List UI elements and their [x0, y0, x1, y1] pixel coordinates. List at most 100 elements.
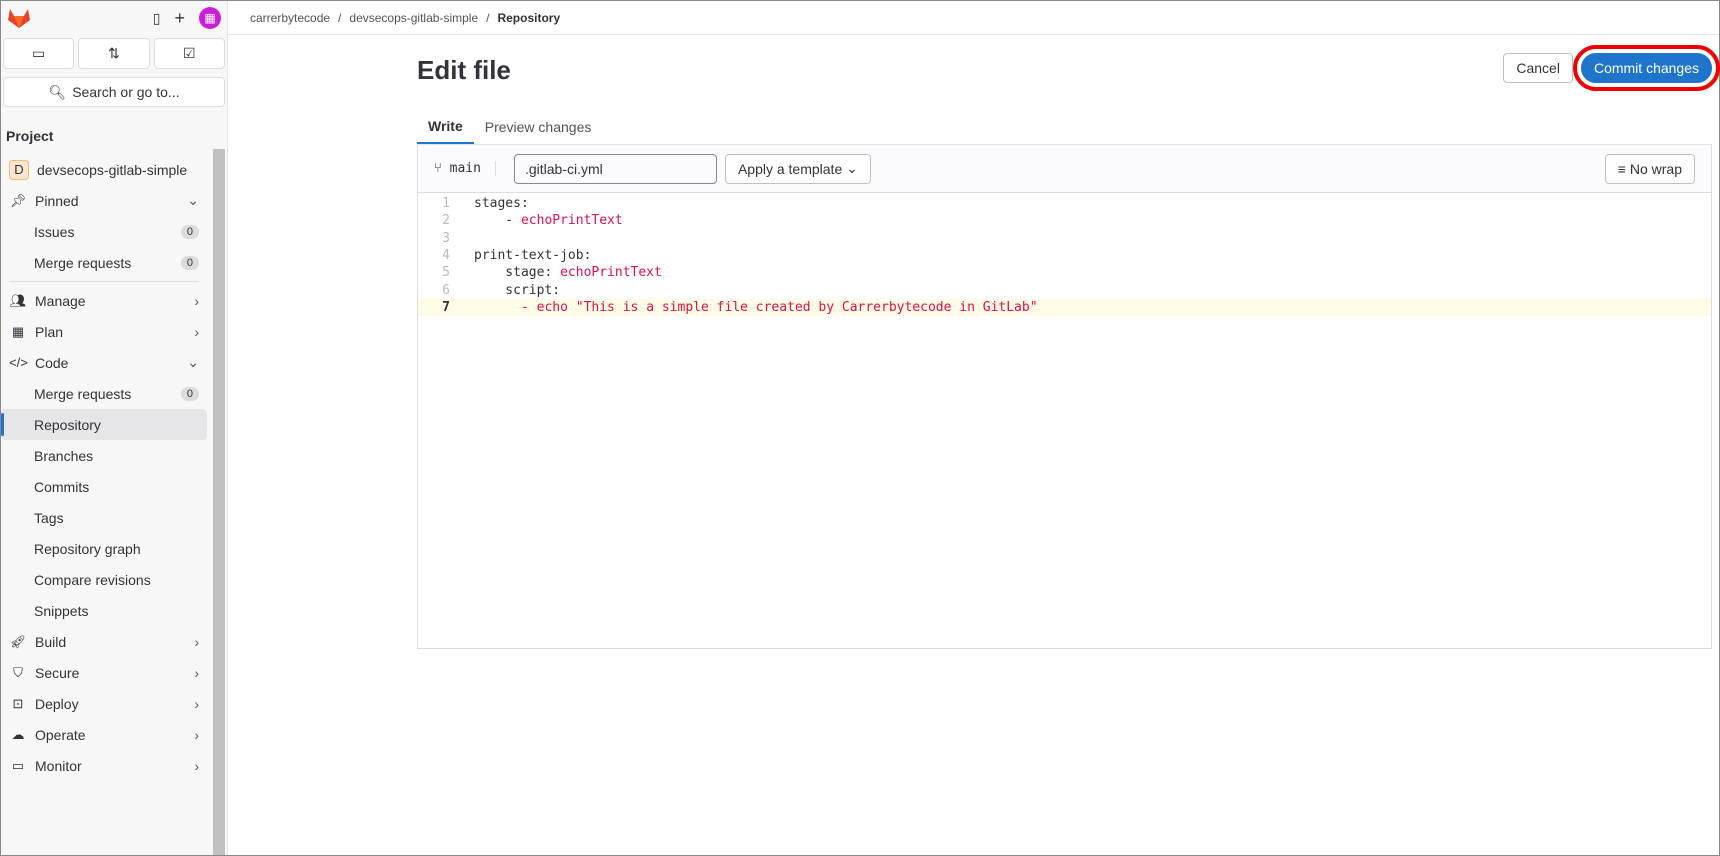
todo-icon: ☑ — [183, 45, 196, 61]
breadcrumb-project[interactable]: devsecops-gitlab-simple — [349, 11, 478, 25]
chevron-right-icon: › — [194, 695, 199, 712]
sidebar-item-code-merge-requests[interactable]: Merge requests 0 — [1, 378, 207, 409]
chevron-down-icon: ⌄ — [187, 354, 199, 370]
label: Snippets — [34, 602, 89, 619]
breadcrumb-current[interactable]: Repository — [497, 11, 560, 25]
code-line[interactable]: 4 print-text-job: — [418, 247, 1711, 264]
issues-button[interactable]: ▭ — [3, 38, 75, 69]
sidebar-scrollbar[interactable] — [213, 149, 225, 855]
user-avatar[interactable]: ▦ — [199, 7, 221, 29]
chevron-down-icon: ⌄ — [846, 160, 858, 176]
commit-changes-button[interactable]: Commit changes — [1572, 45, 1720, 91]
merge-request-icon: ⇅ — [108, 45, 120, 61]
sidebar-item-repository-graph[interactable]: Repository graph — [1, 533, 207, 564]
label: Deploy — [35, 695, 79, 712]
code-line[interactable]: 2 - echoPrintText — [418, 212, 1711, 229]
tab-preview-changes[interactable]: Preview changes — [474, 109, 603, 144]
no-wrap-button[interactable]: ≡ No wrap — [1604, 153, 1695, 184]
search-icon: 🔍︎ — [48, 83, 67, 100]
divider — [9, 281, 199, 282]
calendar-icon: ▦ — [11, 323, 25, 339]
count-badge: 0 — [180, 386, 199, 401]
label: Monitor — [35, 757, 82, 774]
sidebar-item-repository[interactable]: Repository — [1, 409, 207, 440]
issue-icon: ▭ — [32, 45, 46, 61]
sidebar-item-snippets[interactable]: Snippets — [1, 595, 207, 626]
label: Merge requests — [34, 254, 132, 271]
project-link[interactable]: Ddevsecops-gitlab-simple — [1, 154, 207, 185]
search-label: Search or go to... — [72, 84, 180, 100]
sidebar-item-branches[interactable]: Branches — [1, 440, 207, 471]
label: Manage — [35, 292, 86, 309]
code-key: stage: — [474, 265, 561, 281]
code-area[interactable]: 1 stages: 2 - echoPrintText 3 4 print-text-jo… — [418, 193, 1711, 317]
label: Repository — [34, 416, 101, 433]
label: Tags — [34, 509, 64, 526]
sidebar-item-build[interactable]: 🚀︎ Build › — [1, 626, 207, 657]
code-line[interactable]: 7 - echo "This is a simple file created … — [418, 298, 1711, 317]
filename-input[interactable]: .gitlab-ci.yml — [513, 153, 717, 184]
sidebar-item-tags[interactable]: Tags — [1, 502, 207, 533]
code-key: script: — [474, 282, 561, 298]
deploy-icon: ⊡ — [12, 695, 24, 711]
users-icon: 👥︎ — [9, 292, 27, 308]
code-line[interactable]: 6 script: — [418, 281, 1711, 298]
sidebar-item-merge-requests[interactable]: Merge requests 0 — [1, 247, 207, 278]
code-key: print-text-job: — [474, 248, 592, 264]
branch-icon: ⑂ — [434, 161, 450, 176]
sidebar-item-operate[interactable]: ☁︎ Operate › — [1, 719, 207, 750]
file-editor[interactable]: ⑂ main .gitlab-ci.yml Apply a template ⌄… — [417, 145, 1712, 649]
code-value: echoPrintText — [560, 265, 662, 281]
cloud-icon: ☁︎ — [11, 726, 25, 742]
wrap-icon: ≡ — [1617, 160, 1630, 177]
label: Branches — [34, 447, 94, 464]
cancel-button[interactable]: Cancel — [1503, 53, 1573, 83]
sidebar-toggle-icon[interactable]: ▯ — [153, 10, 161, 27]
line-number: 5 — [442, 265, 450, 281]
apply-template-dropdown[interactable]: Apply a template ⌄ — [724, 153, 871, 184]
sidebar-item-code[interactable]: </> Code ⌄ — [1, 347, 207, 378]
section-heading: Project — [6, 128, 54, 144]
search-button[interactable]: 🔍︎ Search or go to... — [3, 77, 225, 107]
label: Repository graph — [34, 540, 141, 557]
breadcrumb-group[interactable]: carrerbytecode — [250, 11, 330, 25]
tab-write[interactable]: Write — [417, 109, 474, 144]
sidebar-item-pinned[interactable]: 📌︎ Pinned ⌄ — [1, 185, 207, 216]
sidebar-item-manage[interactable]: 👥︎ Manage › — [1, 285, 207, 316]
sidebar-item-issues[interactable]: Issues 0 — [1, 216, 207, 247]
rocket-icon: 🚀︎ — [9, 633, 27, 649]
line-number: 6 — [442, 282, 450, 298]
branch-label: ⑂ main — [434, 161, 496, 176]
label: Plan — [35, 323, 64, 340]
sidebar-item-commits[interactable]: Commits — [1, 471, 207, 502]
label: Merge requests — [34, 385, 132, 402]
todos-button[interactable]: ☑ — [153, 38, 225, 69]
label: Pinned — [35, 192, 79, 209]
count-badge: 0 — [180, 224, 199, 239]
sidebar-item-secure[interactable]: ⛉ Secure › — [1, 657, 207, 688]
project-name: devsecops-gitlab-simple — [37, 161, 188, 178]
label: Commits — [34, 478, 90, 495]
gitlab-logo-icon[interactable] — [7, 7, 31, 29]
merge-requests-button[interactable]: ⇅ — [78, 38, 150, 69]
code-line[interactable]: 1 stages: — [418, 195, 1711, 212]
sidebar-item-plan[interactable]: ▦ Plan › — [1, 316, 207, 347]
code-line[interactable]: 3 — [418, 230, 1711, 247]
label: Code — [35, 354, 69, 371]
plus-icon[interactable]: + — [174, 8, 185, 29]
branch-name: main — [449, 161, 481, 176]
code-key: stages: — [474, 196, 529, 212]
chevron-right-icon: › — [194, 323, 199, 340]
label: Operate — [35, 726, 86, 743]
sidebar-item-deploy[interactable]: ⊡ Deploy › — [1, 688, 207, 719]
label: Secure — [35, 664, 80, 681]
code-key: - — [474, 213, 521, 229]
code-line[interactable]: 5 stage: echoPrintText — [418, 264, 1711, 281]
chevron-right-icon: › — [194, 664, 199, 681]
chevron-right-icon: › — [194, 726, 199, 743]
line-number: 7 — [442, 299, 450, 315]
code-value: - echo "This is a simple file created by… — [520, 299, 1038, 315]
sidebar-item-compare-revisions[interactable]: Compare revisions — [1, 564, 207, 595]
code-key — [474, 300, 521, 315]
sidebar-item-monitor[interactable]: ▭ Monitor › — [1, 750, 207, 781]
